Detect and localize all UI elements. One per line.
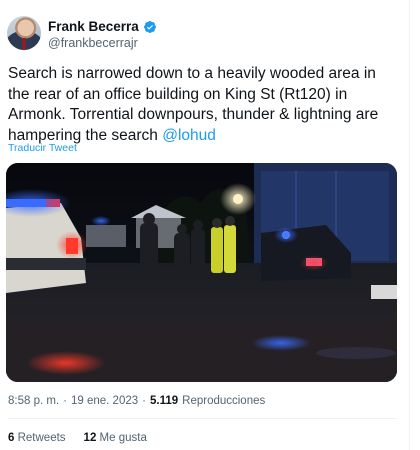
tweet-photo[interactable]	[6, 163, 397, 382]
views-label: Reproducciones	[182, 395, 266, 407]
likes-label: Me gusta	[99, 432, 147, 444]
likes-stat[interactable]: 12 Me gusta	[84, 432, 147, 444]
tweet-date[interactable]: 19 ene. 2023	[71, 395, 138, 407]
tweet-meta: 8:58 p. m. · 19 ene. 2023 · 5.119 Reprod…	[8, 395, 265, 407]
night-scene-image	[6, 163, 397, 382]
retweets-stat[interactable]: 6 Retweets	[8, 432, 66, 444]
meta-separator: ·	[63, 395, 67, 407]
author-display-name[interactable]: Frank Becerra	[48, 19, 139, 34]
tweet-card: Frank Becerra @frankbecerrajr Search is …	[0, 0, 410, 450]
avatar[interactable]	[7, 16, 41, 50]
views-count: 5.119	[149, 395, 179, 407]
tweet-text: Search is narrowed down to a heavily woo…	[8, 64, 398, 146]
meta-separator-2: ·	[142, 395, 146, 407]
verified-badge-icon	[143, 20, 157, 34]
tweet-stats: 6 Retweets 12 Me gusta	[8, 432, 147, 444]
translate-tweet-link[interactable]: Traducir Tweet	[8, 142, 77, 154]
tweet-time[interactable]: 8:58 p. m.	[8, 395, 59, 407]
mention-link[interactable]: @lohud	[162, 127, 216, 144]
retweets-count: 6	[8, 432, 15, 444]
likes-count: 12	[83, 432, 97, 444]
retweets-label: Retweets	[17, 432, 66, 444]
author-handle[interactable]: @frankbecerrajr	[48, 36, 138, 50]
author-name-row: Frank Becerra	[48, 19, 157, 34]
divider-top	[8, 418, 397, 419]
